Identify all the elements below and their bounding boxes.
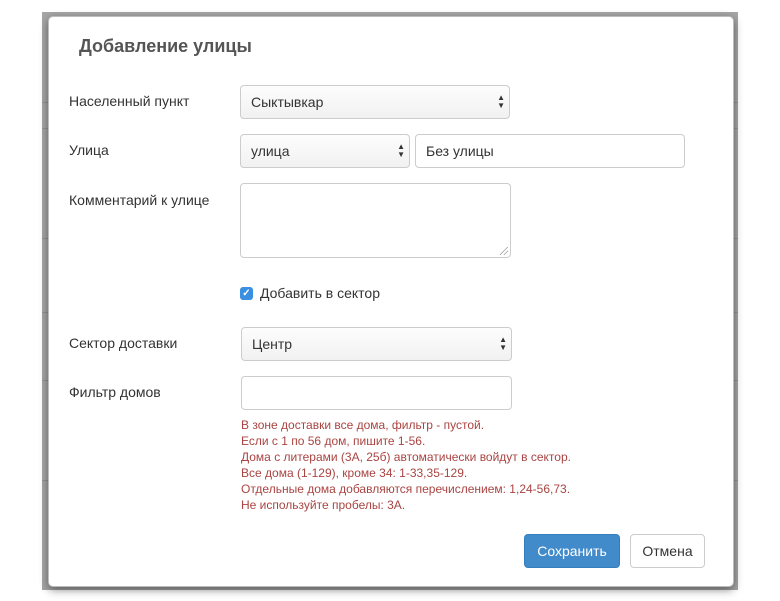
- add-to-sector-checkbox-row[interactable]: ✓ Добавить в сектор: [240, 285, 380, 301]
- street-label: Улица: [69, 142, 109, 158]
- city-select[interactable]: Сыктывкар ▲ ▼: [240, 85, 510, 119]
- comment-textarea[interactable]: [240, 183, 511, 258]
- help-line: Все дома (1-129), кроме 34: 1-33,35-129.: [241, 466, 468, 480]
- delivery-sector-label: Сектор доставки: [69, 335, 178, 351]
- add-to-sector-label[interactable]: Добавить в сектор: [260, 285, 380, 301]
- city-label: Населенный пункт: [69, 93, 190, 109]
- help-line: Если с 1 по 56 дом, пишите 1-56.: [241, 434, 426, 448]
- save-button[interactable]: Сохранить: [524, 534, 620, 568]
- help-line: Дома с литерами (3А, 25б) автоматически …: [241, 450, 571, 464]
- select-arrows-icon: ▲ ▼: [397, 142, 405, 159]
- house-filter-help: В зоне доставки все дома, фильтр - пусто…: [241, 417, 571, 513]
- select-arrows-icon: ▲ ▼: [499, 335, 507, 352]
- house-filter-label: Фильтр домов: [69, 384, 161, 400]
- help-line: Отдельные дома добавляются перечислением…: [241, 482, 571, 496]
- add-to-sector-checkbox[interactable]: ✓: [240, 286, 253, 300]
- resize-grip-icon[interactable]: [500, 247, 508, 255]
- add-street-dialog: Добавление улицы Населенный пункт Сыктыв…: [48, 16, 734, 587]
- select-arrows-icon: ▲ ▼: [497, 93, 505, 110]
- comment-label: Комментарий к улице: [69, 192, 210, 208]
- delivery-sector-value: Центр: [252, 336, 293, 352]
- help-line: Не используйте пробелы: 3А.: [241, 498, 406, 512]
- help-line: В зоне доставки все дома, фильтр - пусто…: [241, 418, 485, 432]
- street-name-value: Без улицы: [426, 143, 494, 159]
- house-filter-input[interactable]: [241, 376, 512, 410]
- delivery-sector-select[interactable]: Центр ▲ ▼: [241, 327, 512, 361]
- dialog-title: Добавление улицы: [79, 36, 252, 56]
- city-select-value: Сыктывкар: [251, 94, 324, 110]
- street-type-select[interactable]: улица ▲ ▼: [240, 134, 410, 168]
- street-name-input[interactable]: Без улицы: [415, 134, 685, 168]
- street-type-value: улица: [251, 143, 290, 159]
- cancel-button[interactable]: Отмена: [630, 534, 705, 568]
